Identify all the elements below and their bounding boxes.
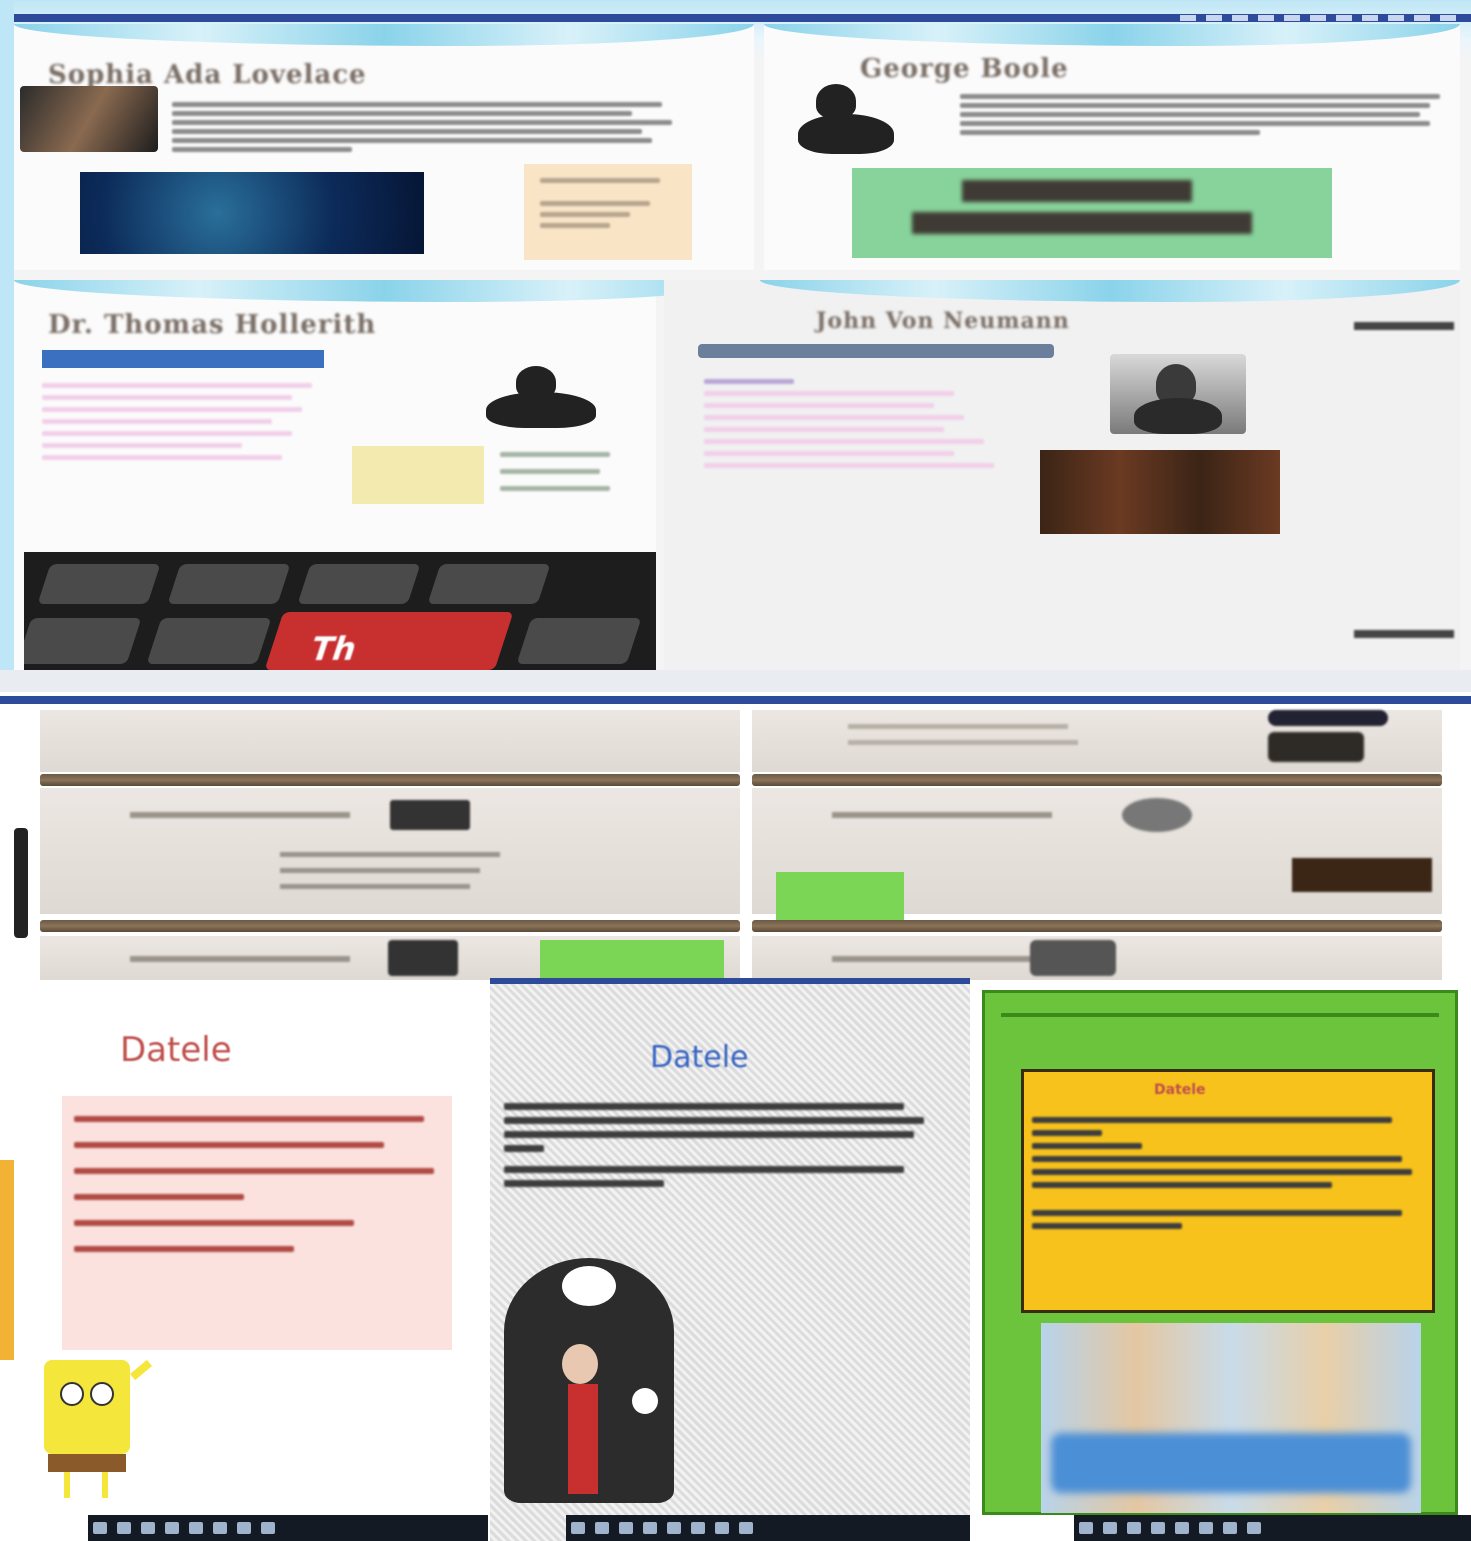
scroll-thumb[interactable] bbox=[14, 828, 28, 938]
wood-divider bbox=[40, 774, 740, 786]
start-icon[interactable] bbox=[571, 1522, 585, 1534]
ribbon-bar bbox=[0, 670, 1471, 692]
window-titlebar bbox=[490, 978, 970, 984]
window-titlebar bbox=[0, 696, 1471, 704]
slide-title: John Von Neumann bbox=[816, 308, 1070, 334]
app-icon[interactable] bbox=[261, 1522, 275, 1534]
left-accent bbox=[0, 1160, 14, 1360]
thumb-panel[interactable] bbox=[40, 710, 740, 772]
portrait-photo bbox=[20, 86, 158, 152]
search-icon[interactable] bbox=[117, 1522, 131, 1534]
pink-list bbox=[42, 376, 324, 467]
portrait-bust bbox=[786, 74, 906, 156]
grey-header-bar bbox=[698, 344, 1054, 358]
taskbar bbox=[88, 1515, 488, 1541]
taskbar bbox=[566, 1515, 970, 1541]
middle-screenshot bbox=[0, 670, 1471, 990]
slide-body-text bbox=[504, 1096, 934, 1194]
start-icon[interactable] bbox=[1079, 1522, 1093, 1534]
thumb-panel[interactable] bbox=[752, 788, 1442, 932]
slide-ada-lovelace[interactable]: Sophia Ada Lovelace bbox=[14, 24, 754, 270]
slide-title: Datele bbox=[650, 1040, 749, 1075]
slide-wave-banner bbox=[760, 280, 1460, 302]
note-box bbox=[524, 164, 692, 260]
mail-icon[interactable] bbox=[1223, 1522, 1237, 1534]
browser-icon[interactable] bbox=[165, 1522, 179, 1534]
slide-datele-left[interactable]: Datele bbox=[0, 990, 490, 1541]
slide-thomas-hollerith[interactable]: Dr. Thomas Hollerith Th bbox=[14, 280, 754, 670]
thumb-panel[interactable] bbox=[40, 788, 740, 914]
pink-textbox bbox=[62, 1096, 452, 1350]
hacker-image bbox=[504, 1258, 674, 1503]
taskbar bbox=[1074, 1515, 1471, 1541]
app-icon[interactable] bbox=[739, 1522, 753, 1534]
slide-body-text bbox=[172, 98, 672, 156]
portrait-photo bbox=[1110, 354, 1246, 434]
yellow-textbox: Datele bbox=[1021, 1069, 1435, 1313]
task-view-icon[interactable] bbox=[1127, 1522, 1141, 1534]
folder-icon[interactable] bbox=[667, 1522, 681, 1534]
left-edge bbox=[0, 0, 14, 670]
wood-divider bbox=[752, 920, 1442, 932]
folder-icon[interactable] bbox=[189, 1522, 203, 1534]
slide-corner-mark bbox=[1354, 322, 1454, 330]
task-view-icon[interactable] bbox=[141, 1522, 155, 1534]
textbox-body bbox=[1032, 1110, 1422, 1236]
galaxy-image bbox=[80, 172, 424, 254]
thumb-panel[interactable] bbox=[752, 936, 1442, 980]
browser-icon[interactable] bbox=[1151, 1522, 1165, 1534]
folder-icon[interactable] bbox=[1175, 1522, 1189, 1534]
slide-datele-right[interactable]: Datele bbox=[970, 990, 1471, 1541]
window-toolbar-icons bbox=[1180, 15, 1460, 21]
books-image bbox=[1040, 450, 1280, 534]
task-view-icon[interactable] bbox=[619, 1522, 633, 1534]
thumb-panel[interactable] bbox=[40, 936, 740, 980]
app-icon[interactable] bbox=[1247, 1522, 1261, 1534]
mail-icon[interactable] bbox=[715, 1522, 729, 1534]
green-frame: Datele bbox=[982, 990, 1458, 1515]
search-icon[interactable] bbox=[1103, 1522, 1117, 1534]
store-icon[interactable] bbox=[213, 1522, 227, 1534]
slide-title: Dr. Thomas Hollerith bbox=[48, 310, 377, 340]
textbox-title: Datele bbox=[1154, 1082, 1206, 1098]
wood-divider bbox=[40, 920, 740, 932]
slide-body-text bbox=[960, 90, 1450, 139]
thumb-panel[interactable] bbox=[752, 710, 1442, 772]
blurred-photo bbox=[1041, 1323, 1421, 1513]
slide-john-von-neumann[interactable]: John Von Neumann bbox=[664, 280, 1460, 670]
blue-header-bar bbox=[42, 350, 324, 368]
store-icon[interactable] bbox=[1199, 1522, 1213, 1534]
side-text bbox=[500, 448, 620, 495]
slide-corner-mark bbox=[1354, 630, 1454, 638]
red-key: Th bbox=[264, 612, 514, 670]
top-screenshot: Sophia Ada Lovelace George Boole Dr. Tho… bbox=[0, 0, 1471, 670]
green-banner-image bbox=[852, 168, 1332, 258]
keyboard-image: Th bbox=[24, 552, 656, 670]
slide-datele-middle[interactable]: Datele bbox=[490, 978, 970, 1541]
pink-list bbox=[704, 372, 1004, 475]
yellow-note bbox=[352, 446, 484, 504]
red-key-text: Th bbox=[305, 630, 363, 668]
start-icon[interactable] bbox=[93, 1522, 107, 1534]
browser-icon[interactable] bbox=[643, 1522, 657, 1534]
wood-divider bbox=[752, 774, 1442, 786]
mail-icon[interactable] bbox=[237, 1522, 251, 1534]
slide-title: Datele bbox=[120, 1030, 232, 1070]
slide-wave-banner bbox=[14, 24, 754, 46]
slide-wave-banner bbox=[764, 24, 1460, 46]
store-icon[interactable] bbox=[691, 1522, 705, 1534]
portrait-bust bbox=[476, 362, 606, 432]
search-icon[interactable] bbox=[595, 1522, 609, 1534]
slide-wave-banner bbox=[14, 280, 754, 302]
slide-george-boole[interactable]: George Boole bbox=[764, 24, 1460, 270]
spongebob-image bbox=[38, 1356, 158, 1506]
